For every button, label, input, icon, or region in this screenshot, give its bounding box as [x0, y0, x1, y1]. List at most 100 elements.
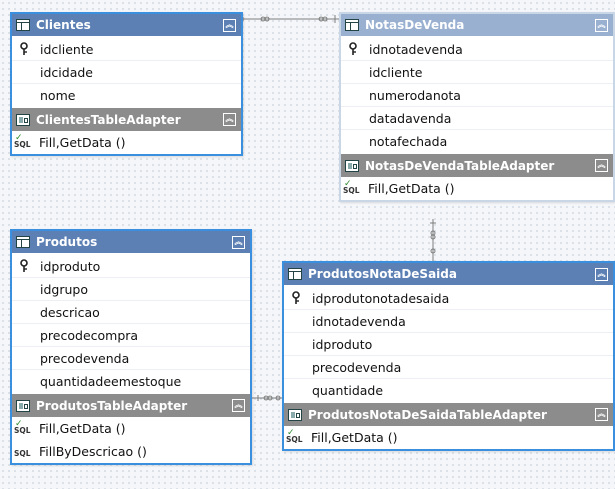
- table-produtosnotadesaida[interactable]: ProdutosNotaDeSaida ︽ idprodutonotadesai…: [282, 261, 615, 451]
- table-produtos[interactable]: Produtos ︽ idproduto idgrupo descricao p…: [10, 229, 252, 465]
- sql-query-icon: ✓ SQL: [286, 427, 303, 444]
- collapse-chevron-icon[interactable]: ︽: [232, 235, 245, 249]
- column-name: notafechada: [369, 134, 448, 149]
- table-header[interactable]: Produtos ︽: [12, 231, 250, 253]
- collapse-chevron-icon[interactable]: ︽: [595, 267, 608, 281]
- column-name: idcidade: [40, 64, 93, 80]
- column-name: idgrupo: [40, 281, 88, 297]
- column-row[interactable]: notafechada: [341, 130, 613, 153]
- column-name: precodecompra: [40, 327, 139, 343]
- column-name: idnotadevenda: [312, 313, 406, 329]
- column-name: precodevenda: [312, 359, 402, 375]
- table-adapter-name: ClientesTableAdapter: [36, 112, 181, 127]
- query-name: Fill,GetData (): [311, 430, 398, 445]
- query-name: Fill,GetData (): [39, 135, 126, 150]
- column-row[interactable]: quantidadeemestoque: [12, 370, 250, 393]
- column-row[interactable]: idgrupo: [12, 278, 250, 301]
- collapse-chevron-icon[interactable]: ︽: [595, 408, 608, 421]
- table-adapter-header[interactable]: ClientesTableAdapter ︽: [12, 108, 241, 131]
- column-name: numerodanota: [369, 87, 461, 103]
- table-name: ProdutosNotaDeSaida: [308, 267, 457, 281]
- primary-key-icon: [20, 259, 28, 272]
- query-name: Fill,GetData (): [368, 181, 455, 196]
- column-row[interactable]: precodevenda: [12, 347, 250, 370]
- column-row[interactable]: idprodutonotadesaida: [284, 287, 613, 310]
- column-name: idcliente: [369, 64, 423, 80]
- relation-clientes-notas[interactable]: [243, 12, 341, 26]
- column-name: descricao: [40, 304, 100, 320]
- column-row[interactable]: nome: [12, 84, 241, 107]
- query-row[interactable]: ✓ SQL Fill,GetData (): [12, 417, 250, 440]
- table-notasdevenda[interactable]: NotasDeVenda ︽ idnotadevenda idcliente n…: [339, 12, 615, 202]
- query-row[interactable]: ✓ SQL Fill,GetData (): [12, 131, 241, 154]
- table-header[interactable]: NotasDeVenda ︽: [341, 14, 613, 36]
- column-row[interactable]: idproduto: [12, 255, 250, 278]
- column-name: idnotadevenda: [369, 41, 463, 57]
- column-row[interactable]: idnotadevenda: [284, 310, 613, 333]
- table-adapter-name: ProdutosNotaDeSaidaTableAdapter: [308, 407, 547, 422]
- column-list: idproduto idgrupo descricao precodecompr…: [12, 253, 250, 394]
- column-name: idproduto: [40, 258, 101, 274]
- column-row[interactable]: idproduto: [284, 333, 613, 356]
- column-row[interactable]: idcliente: [12, 38, 241, 61]
- query-row[interactable]: ✓ SQL Fill,GetData (): [284, 426, 613, 449]
- table-adapter-header[interactable]: ProdutosTableAdapter ︽: [12, 394, 250, 417]
- primary-key-icon: [349, 42, 357, 55]
- query-row[interactable]: ✓ SQL Fill,GetData (): [341, 177, 613, 200]
- table-adapter-name: NotasDeVendaTableAdapter: [365, 158, 555, 173]
- relation-produtos-produtosnota[interactable]: [252, 391, 286, 405]
- sql-query-icon: SQL: [14, 448, 31, 458]
- table-adapter-icon: [16, 113, 30, 126]
- sql-query-icon: ✓ SQL: [14, 418, 31, 435]
- relation-notas-produtosnota[interactable]: [426, 219, 440, 261]
- primary-key-icon: [292, 291, 300, 304]
- column-row[interactable]: precodevenda: [284, 356, 613, 379]
- column-name: idprodutonotadesaida: [312, 290, 450, 306]
- column-list: idcliente idcidade nome: [12, 36, 241, 108]
- table-adapter-header[interactable]: ProdutosNotaDeSaidaTableAdapter ︽: [284, 403, 613, 426]
- column-row[interactable]: numerodanota: [341, 84, 613, 107]
- collapse-chevron-icon[interactable]: ︽: [223, 113, 236, 126]
- collapse-chevron-icon[interactable]: ︽: [223, 18, 236, 32]
- table-name: Clientes: [36, 18, 91, 32]
- table-clientes[interactable]: Clientes ︽ idcliente idcidade nome Clien…: [10, 12, 243, 156]
- table-name: NotasDeVenda: [365, 18, 465, 32]
- table-adapter-icon: [16, 399, 30, 412]
- table-header[interactable]: Clientes ︽: [12, 14, 241, 36]
- collapse-chevron-icon[interactable]: ︽: [595, 18, 608, 32]
- table-adapter-header[interactable]: NotasDeVendaTableAdapter ︽: [341, 154, 613, 177]
- column-row[interactable]: idnotadevenda: [341, 38, 613, 61]
- sql-query-icon: ✓ SQL: [343, 178, 360, 195]
- table-icon: [16, 19, 30, 31]
- column-name: datadavenda: [369, 110, 452, 126]
- collapse-chevron-icon[interactable]: ︽: [595, 159, 608, 172]
- query-name: Fill,GetData (): [39, 421, 126, 436]
- query-row[interactable]: SQL FillByDescricao (): [12, 440, 250, 463]
- table-icon: [288, 268, 302, 280]
- column-row[interactable]: quantidade: [284, 379, 613, 402]
- query-name: FillByDescricao (): [39, 444, 147, 459]
- table-adapter-icon: [345, 159, 359, 172]
- sql-query-icon: ✓ SQL: [14, 132, 31, 149]
- table-icon: [345, 19, 359, 31]
- table-name: Produtos: [36, 235, 98, 249]
- primary-key-icon: [20, 42, 28, 55]
- column-row[interactable]: idcliente: [341, 61, 613, 84]
- column-row[interactable]: descricao: [12, 301, 250, 324]
- column-name: quantidade: [312, 383, 384, 398]
- column-row[interactable]: precodecompra: [12, 324, 250, 347]
- column-name: nome: [40, 88, 76, 103]
- column-list: idnotadevenda idcliente numerodanota dat…: [341, 36, 613, 154]
- column-name: idcliente: [40, 41, 94, 57]
- table-adapter-icon: [288, 408, 302, 421]
- column-row[interactable]: datadavenda: [341, 107, 613, 130]
- column-name: idproduto: [312, 336, 373, 352]
- collapse-chevron-icon[interactable]: ︽: [232, 399, 245, 412]
- table-adapter-name: ProdutosTableAdapter: [36, 398, 188, 413]
- column-name: precodevenda: [40, 350, 130, 366]
- table-icon: [16, 236, 30, 248]
- table-header[interactable]: ProdutosNotaDeSaida ︽: [284, 263, 613, 285]
- column-row[interactable]: idcidade: [12, 61, 241, 84]
- column-name: quantidadeemestoque: [40, 374, 182, 389]
- column-list: idprodutonotadesaida idnotadevenda idpro…: [284, 285, 613, 403]
